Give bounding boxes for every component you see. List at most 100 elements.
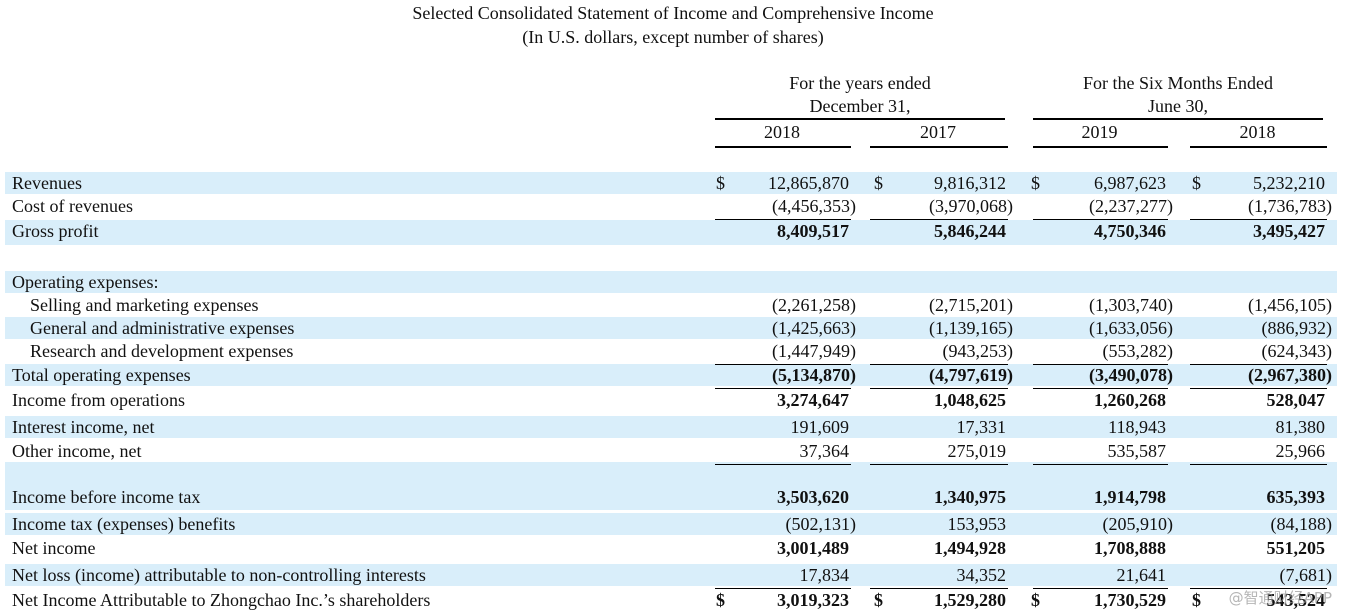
row-band-spacer (5, 462, 1337, 486)
row-value: (2,261,258) (772, 295, 856, 315)
total-underline (1033, 388, 1168, 389)
row-value: (1,447,949) (772, 341, 856, 361)
currency-symbol: $ (1192, 173, 1201, 193)
currency-symbol: $ (874, 173, 883, 193)
row-value: 1,914,798 (1094, 487, 1166, 507)
currency-symbol: $ (716, 590, 725, 610)
row-value: 5,232,210 (1253, 173, 1325, 193)
row-value: 551,205 (1266, 538, 1326, 558)
row-value: (2,715,201) (929, 295, 1013, 315)
total-underline (1033, 588, 1168, 589)
row-value: 3,274,647 (777, 390, 849, 410)
row-value: (3,490,078) (1089, 365, 1173, 385)
column-header-3: 2018 (1239, 122, 1276, 142)
statement-title: Selected Consolidated Statement of Incom… (412, 3, 934, 23)
header-years-line2: December 31, (809, 96, 911, 116)
total-underline (1033, 464, 1168, 465)
row-value: (1,139,165) (929, 318, 1013, 338)
statement-subtitle: (In U.S. dollars, except number of share… (522, 27, 824, 47)
row-value: 5,846,244 (934, 221, 1006, 241)
row-label: Income tax (expenses) benefits (12, 514, 236, 534)
header-years-line1: For the years ended (789, 73, 931, 93)
column-header-rule-3 (1190, 146, 1327, 148)
row-label: Net Income Attributable to Zhongchao Inc… (12, 590, 431, 610)
row-value: (2,237,277) (1089, 196, 1173, 216)
row-label: Net loss (income) attributable to non-co… (12, 565, 426, 585)
row-value: 535,587 (1107, 441, 1167, 461)
row-value: (1,303,740) (1089, 295, 1173, 315)
currency-symbol: $ (1192, 590, 1201, 610)
currency-symbol: $ (1031, 590, 1040, 610)
total-underline (1190, 464, 1327, 465)
row-value: (1,633,056) (1089, 318, 1173, 338)
row-label: Gross profit (12, 221, 99, 241)
total-underline (870, 464, 1008, 465)
header-years-ended: For the years ended December 31, (715, 72, 1005, 118)
column-header-rule-0 (715, 146, 851, 148)
row-value: 3,503,620 (777, 487, 849, 507)
column-header-1: 2017 (920, 122, 956, 142)
total-underline (715, 219, 851, 220)
header-rule-years (715, 118, 1005, 120)
total-underline (715, 588, 851, 589)
row-value: 118,943 (1108, 417, 1166, 437)
row-value: 275,019 (947, 441, 1007, 461)
column-header-2: 2019 (1081, 122, 1118, 142)
row-value: (3,970,068) (929, 196, 1013, 216)
row-value: 1,529,280 (934, 590, 1006, 610)
row-value: 1,708,888 (1094, 538, 1166, 558)
row-value: (1,456,105) (1248, 295, 1332, 315)
watermark: @智通财经APP (1228, 589, 1332, 607)
row-value: 635,393 (1266, 487, 1326, 507)
row-value: 9,816,312 (934, 173, 1006, 193)
row-value: 3,001,489 (777, 538, 849, 558)
total-underline (1190, 219, 1327, 220)
currency-symbol: $ (716, 173, 725, 193)
row-value: (886,932) (1261, 318, 1333, 338)
header-six-months: For the Six Months Ended June 30, (1033, 72, 1323, 118)
row-value: 1,340,975 (934, 487, 1006, 507)
row-value: (502,131) (785, 514, 857, 534)
row-value: 1,048,625 (934, 390, 1006, 410)
row-value: 37,364 (799, 441, 850, 461)
row-label: Income from operations (12, 390, 185, 410)
total-underline (715, 388, 851, 389)
row-value: 8,409,517 (777, 221, 849, 241)
row-value: 34,352 (956, 565, 1007, 585)
row-label: Cost of revenues (12, 196, 133, 216)
row-label: Interest income, net (12, 417, 155, 437)
total-underline (715, 464, 851, 465)
row-value: (4,456,353) (772, 196, 856, 216)
total-underline (870, 588, 1008, 589)
column-header-rule-1 (870, 146, 1008, 148)
row-value: (1,425,663) (772, 318, 856, 338)
row-label: Net income (12, 538, 96, 558)
row-value: 12,865,870 (768, 173, 849, 193)
row-value: (553,282) (1102, 341, 1174, 361)
row-value: 17,331 (956, 417, 1007, 437)
row-value: (4,797,619) (929, 365, 1013, 385)
row-value: (624,343) (1261, 341, 1333, 361)
header-rule-six (1033, 118, 1323, 120)
row-value: 6,987,623 (1094, 173, 1166, 193)
row-value: 4,750,346 (1094, 221, 1166, 241)
row-label: Total operating expenses (12, 365, 191, 385)
header-six-line2: June 30, (1148, 96, 1208, 116)
total-underline (870, 219, 1008, 220)
row-value: 21,641 (1116, 565, 1167, 585)
header-six-line1: For the Six Months Ended (1082, 73, 1273, 93)
row-label: Research and development expenses (30, 341, 294, 361)
row-value: (84,188) (1270, 514, 1333, 534)
row-value: 153,953 (947, 514, 1007, 534)
total-underline (1190, 388, 1327, 389)
row-label: Income before income tax (12, 487, 201, 507)
row-value: 1,730,529 (1094, 590, 1166, 610)
row-value: (5,134,870) (772, 365, 856, 385)
row-value: 528,047 (1266, 390, 1326, 410)
row-value: (205,910) (1102, 514, 1174, 534)
row-value: 1,494,928 (934, 538, 1006, 558)
row-value: 191,609 (790, 417, 850, 437)
row-label: Operating expenses: (12, 272, 159, 292)
column-header-0: 2018 (764, 122, 800, 142)
column-header-rule-2 (1033, 146, 1168, 148)
